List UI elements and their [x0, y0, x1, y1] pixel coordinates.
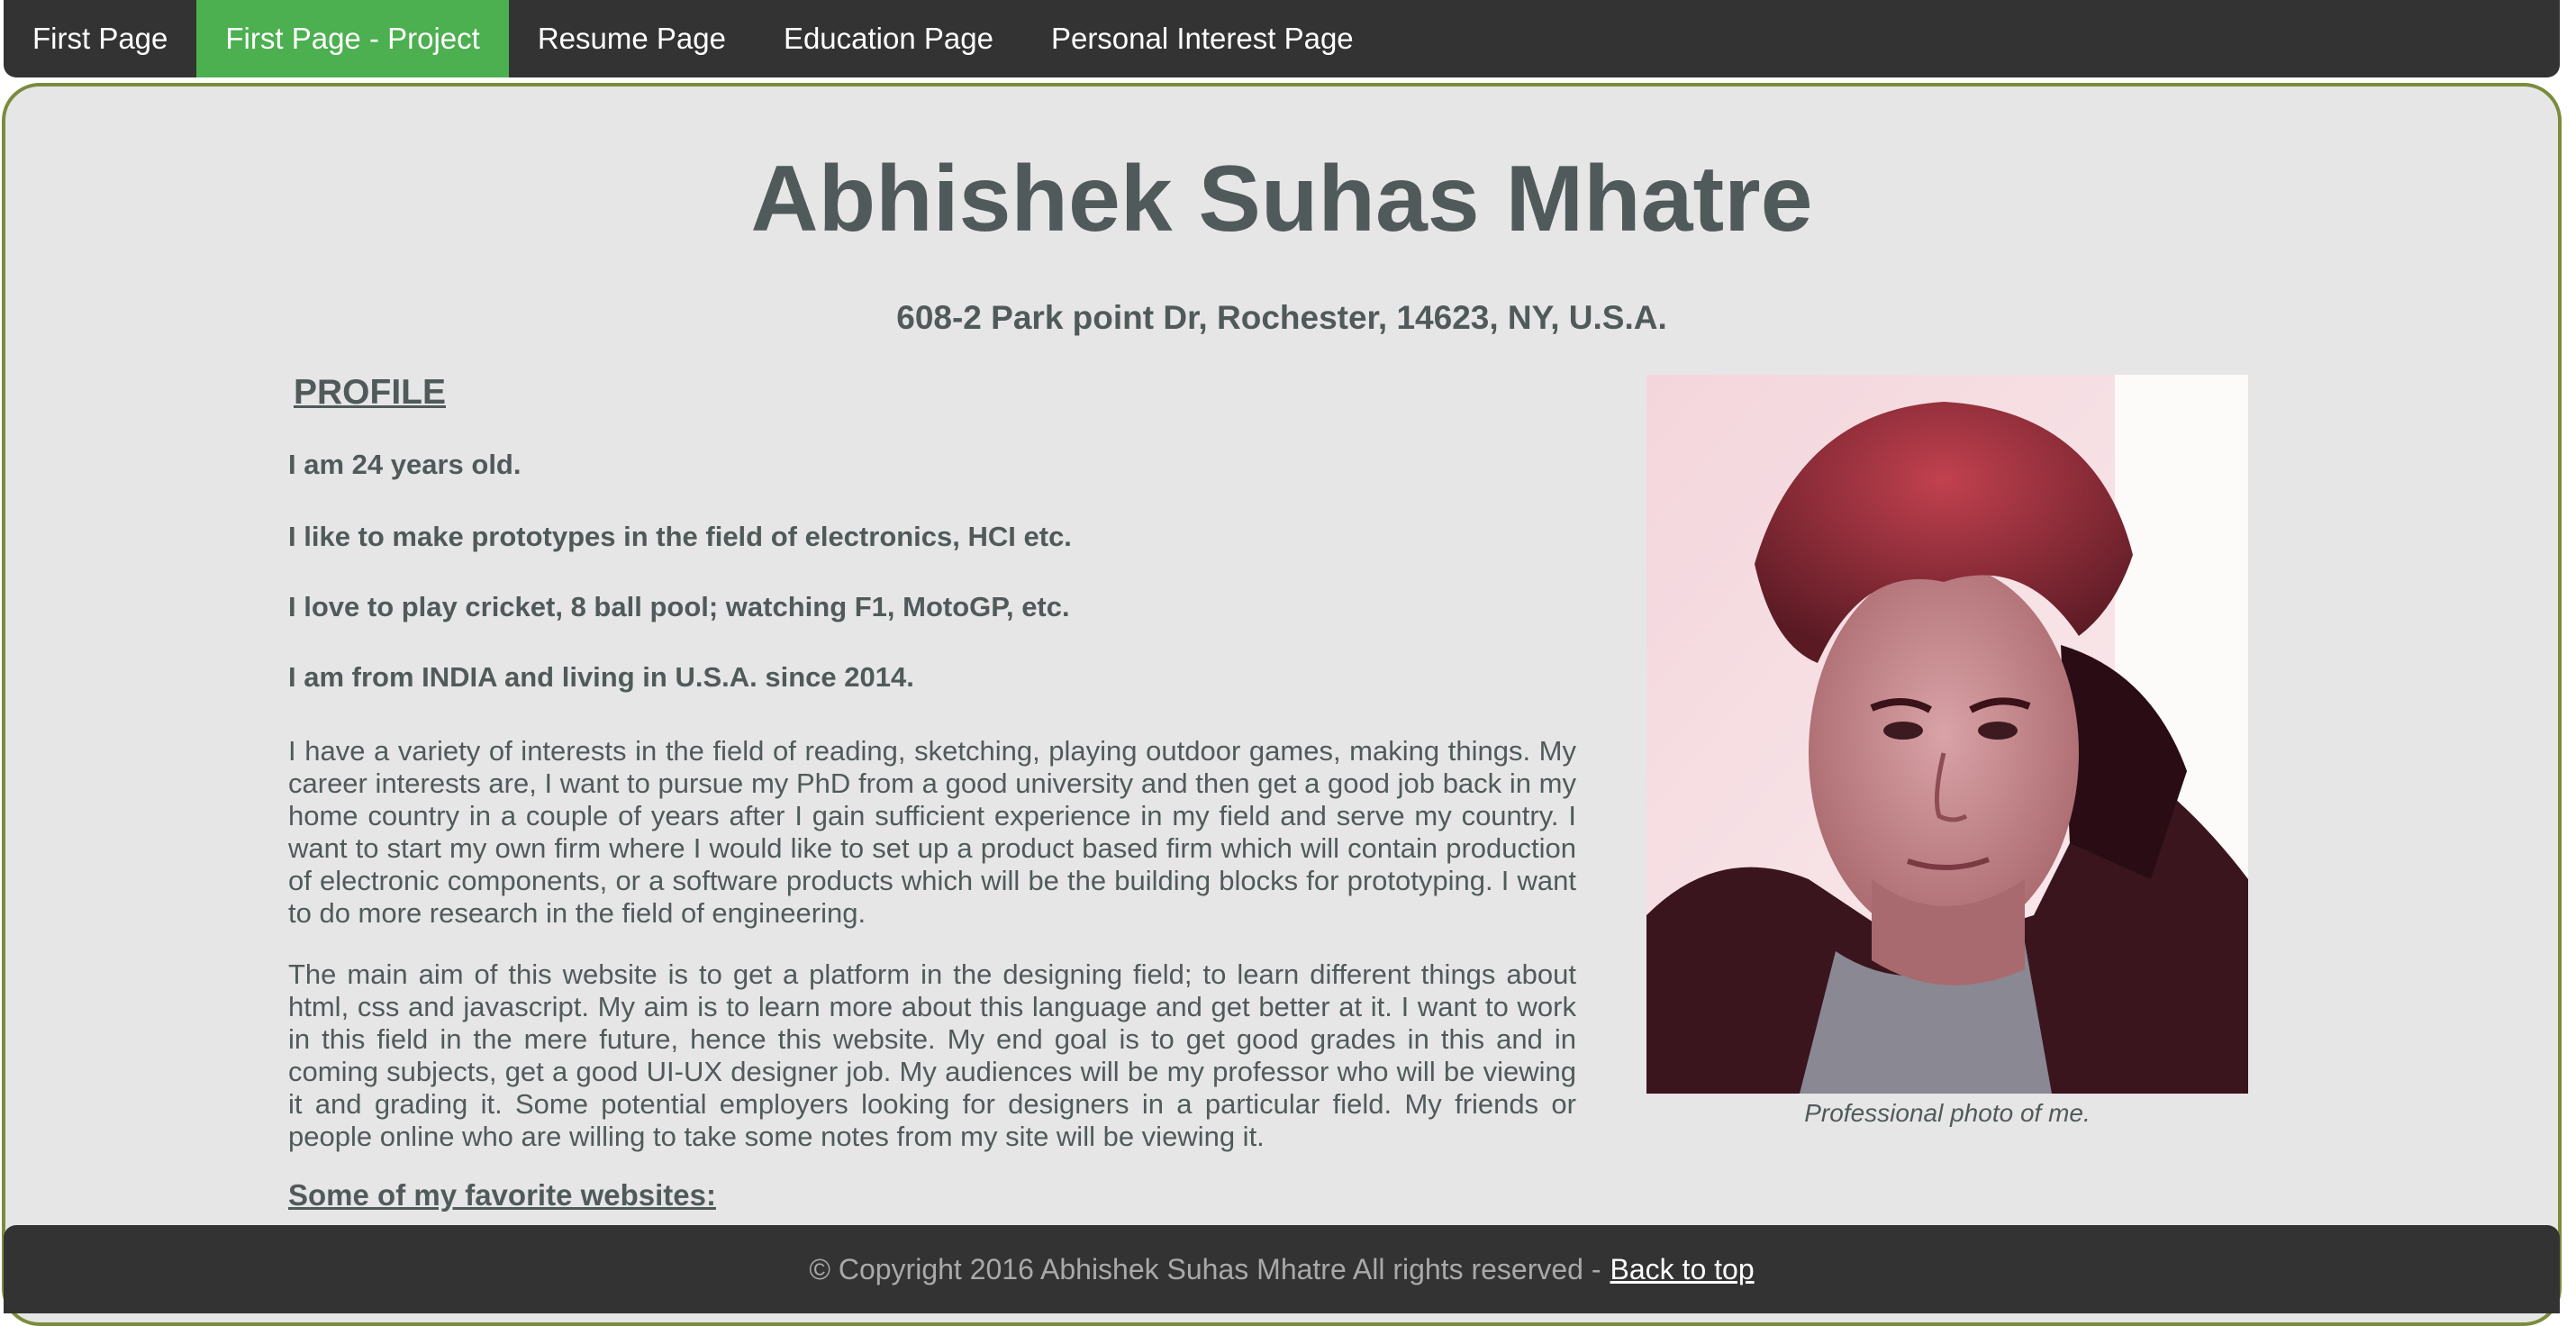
- profile-photo: [1646, 375, 2248, 1094]
- profile-paragraph: The main aim of this website is to get a…: [288, 958, 1576, 1152]
- nav-resume-page[interactable]: Resume Page: [509, 0, 755, 77]
- top-nav: First Page First Page - Project Resume P…: [4, 0, 2560, 77]
- profile-fact: I love to play cricket, 8 ball pool; wat…: [288, 591, 1070, 622]
- footer: © Copyright 2016 Abhishek Suhas Mhatre A…: [4, 1225, 2560, 1313]
- photo-caption: Professional photo of me.: [1804, 1099, 2091, 1127]
- back-to-top-link[interactable]: Back to top: [1610, 1253, 1755, 1286]
- copyright-text: © Copyright 2016 Abhishek Suhas Mhatre A…: [809, 1252, 1601, 1285]
- profile-fact: I like to make prototypes in the field o…: [288, 521, 1072, 552]
- main-content: Abhishek Suhas Mhatre 608-2 Park point D…: [2, 83, 2562, 1326]
- profile-fact: I am from INDIA and living in U.S.A. sin…: [288, 661, 914, 693]
- nav-personal-interest-page[interactable]: Personal Interest Page: [1022, 0, 1383, 77]
- profile-paragraph: I have a variety of interests in the fie…: [288, 735, 1576, 929]
- portrait-image: [1646, 375, 2248, 1094]
- profile-heading: PROFILE: [294, 373, 447, 412]
- nav-first-page[interactable]: First Page: [4, 0, 196, 77]
- address: 608-2 Park point Dr, Rochester, 14623, N…: [896, 299, 1667, 336]
- favorites-heading: Some of my favorite websites:: [288, 1178, 716, 1212]
- nav-education-page[interactable]: Education Page: [755, 0, 1022, 77]
- nav-first-page-project[interactable]: First Page - Project: [196, 0, 509, 77]
- page-title: Abhishek Suhas Mhatre: [750, 147, 1813, 251]
- profile-fact: I am 24 years old.: [288, 449, 522, 480]
